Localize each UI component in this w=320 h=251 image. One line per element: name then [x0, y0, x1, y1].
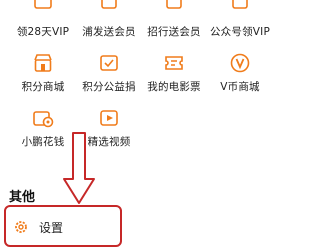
- section-title-other: 其他: [9, 190, 36, 205]
- wallet-icon: [33, 111, 54, 128]
- gift-icon: [101, 0, 117, 9]
- annotation-arrow-icon: [63, 132, 95, 204]
- vip-icon: [34, 0, 52, 9]
- grid-item-label: V币商城: [220, 81, 260, 93]
- settings-row[interactable]: 设置: [4, 205, 122, 247]
- vcoin-icon: [230, 53, 250, 73]
- video-play-icon: [100, 110, 118, 126]
- shop-icon: [34, 54, 52, 72]
- settings-label: 设置: [39, 221, 64, 235]
- gift-icon: [232, 0, 248, 9]
- donate-icon: [100, 55, 118, 71]
- grid-item-label: 积分商城: [21, 81, 65, 93]
- gift-icon: [166, 0, 182, 9]
- grid-item-label: 招行送会员: [147, 26, 201, 38]
- grid-item-label: 浦发送会员: [82, 26, 136, 38]
- ticket-icon: [165, 56, 183, 70]
- grid-item-label: 积分公益捐: [82, 81, 136, 93]
- gear-icon: [15, 221, 27, 233]
- grid-item-label: 领28天VIP: [16, 26, 70, 38]
- grid-item-label: 我的电影票: [147, 81, 201, 93]
- grid-item-label: 公众号领VIP: [209, 26, 270, 38]
